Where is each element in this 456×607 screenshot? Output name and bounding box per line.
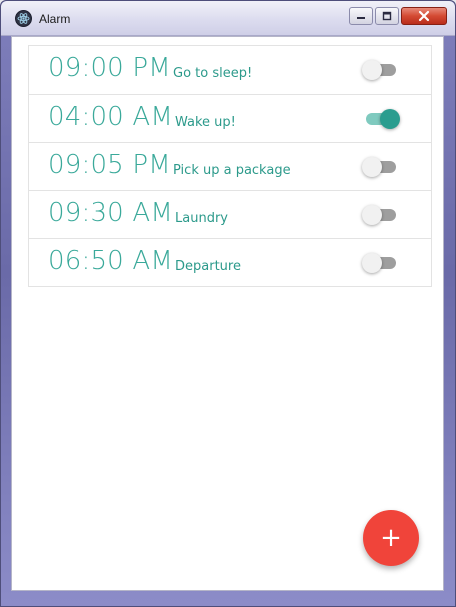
alarm-row[interactable]: 06:50 AM Departure — [29, 238, 431, 286]
minimize-button[interactable] — [349, 7, 373, 25]
alarm-label: Pick up a package — [173, 163, 291, 178]
maximize-icon — [382, 11, 392, 21]
alarm-toggle[interactable] — [362, 253, 400, 273]
plus-icon: + — [380, 523, 402, 553]
add-alarm-button[interactable]: + — [363, 510, 419, 566]
alarm-label: Wake up! — [175, 115, 236, 130]
alarm-content: 09:00 PM Go to sleep! 04:00 AM Wake up! … — [11, 36, 444, 591]
toggle-thumb — [362, 205, 382, 225]
alarm-label: Laundry — [175, 211, 228, 226]
alarm-row[interactable]: 04:00 AM Wake up! — [29, 94, 431, 142]
alarm-row[interactable]: 09:30 AM Laundry — [29, 190, 431, 238]
toggle-thumb — [380, 109, 400, 129]
minimize-icon — [357, 17, 365, 19]
alarm-label: Departure — [175, 259, 241, 274]
alarm-time: 09:00 PM — [48, 53, 171, 83]
alarm-toggle[interactable] — [362, 157, 400, 177]
electron-atom-icon — [15, 10, 32, 27]
toggle-thumb — [362, 253, 382, 273]
alarm-label: Go to sleep! — [173, 66, 253, 81]
title-bar[interactable]: Alarm — [1, 1, 455, 36]
maximize-button[interactable] — [375, 7, 399, 25]
alarm-row[interactable]: 09:00 PM Go to sleep! — [29, 46, 431, 94]
alarm-row[interactable]: 09:05 PM Pick up a package — [29, 142, 431, 190]
alarm-toggle[interactable] — [362, 60, 400, 80]
window-controls — [349, 7, 447, 25]
toggle-thumb — [362, 157, 382, 177]
alarm-list: 09:00 PM Go to sleep! 04:00 AM Wake up! … — [28, 45, 432, 287]
alarm-time: 09:30 AM — [48, 198, 174, 228]
alarm-time: 04:00 AM — [48, 102, 174, 132]
alarm-time: 09:05 PM — [48, 150, 171, 180]
close-icon — [418, 10, 430, 22]
toggle-thumb — [362, 60, 382, 80]
alarm-toggle[interactable] — [362, 205, 400, 225]
alarm-time: 06:50 AM — [48, 246, 174, 276]
window-title: Alarm — [39, 12, 71, 26]
alarm-toggle[interactable] — [362, 109, 400, 129]
app-window: Alarm 09:00 PM Go to sleep! 04:00 AM Wak… — [0, 0, 456, 607]
close-button[interactable] — [401, 7, 447, 25]
